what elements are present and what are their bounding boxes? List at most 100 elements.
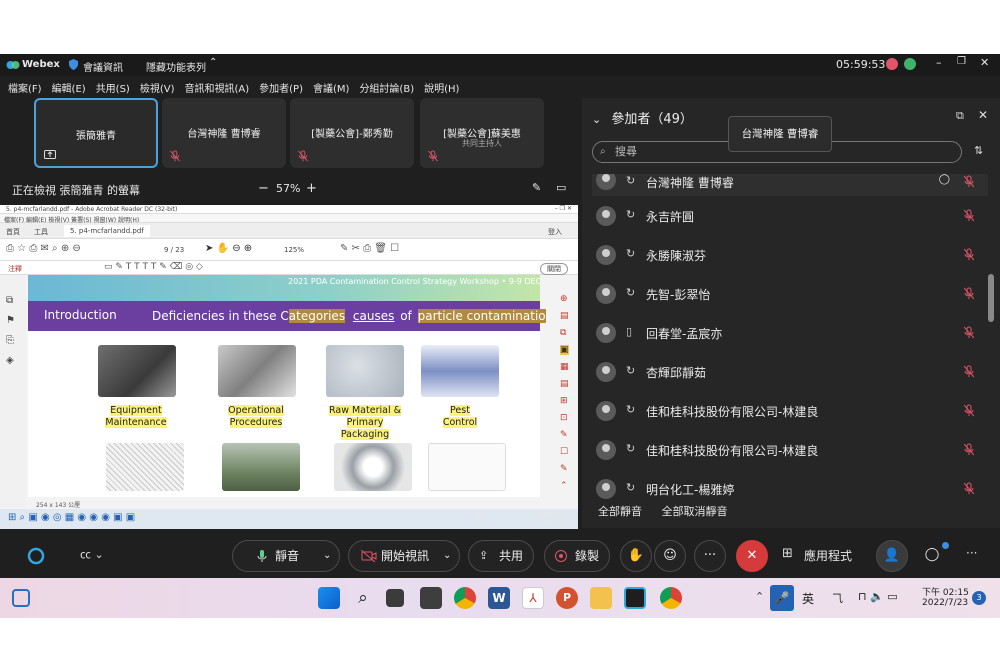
menu-view[interactable]: 檢視(V) <box>140 80 175 95</box>
video-tile-2[interactable]: 台灣神隆 曹博睿 <box>162 98 286 168</box>
raise-hand-button[interactable]: ✋ <box>620 540 652 572</box>
ime-mode-icon[interactable]: ⺄ <box>832 590 843 606</box>
mic-muted-icon[interactable] <box>964 287 974 300</box>
close-button[interactable]: ✕ <box>980 56 989 69</box>
video-tile-3[interactable]: [製藥公會]-鄭秀勤 <box>290 98 414 168</box>
tray-chevron-icon[interactable]: ⌃ <box>755 590 764 603</box>
video-tile-1[interactable]: 張簡雅青 <box>34 98 158 168</box>
mic-muted-icon[interactable] <box>964 365 974 378</box>
participant-row[interactable]: ↻ 永勝陳淑芬 <box>592 241 988 269</box>
start-icon[interactable] <box>318 587 340 609</box>
connection-icon: ↻ <box>626 174 636 187</box>
participants-toggle-button[interactable]: 👤 <box>876 540 908 572</box>
more-options-icon[interactable]: ··· <box>966 546 977 560</box>
meeting-info-button[interactable]: 會議資訊 <box>83 59 123 74</box>
captions-icon[interactable]: ㏄ ⌄ <box>80 546 104 562</box>
mic-muted-icon[interactable] <box>964 404 974 417</box>
close-panel-icon[interactable]: ✕ <box>978 108 988 122</box>
minimize-button[interactable]: – <box>936 56 942 69</box>
mic-muted-icon[interactable] <box>964 209 974 222</box>
tab-home[interactable]: 首頁 <box>6 227 20 237</box>
collapse-chevron-icon[interactable]: ⌄ <box>592 113 601 126</box>
machine-sketch <box>106 443 184 491</box>
menu-meeting[interactable]: 會議(M) <box>313 80 349 95</box>
zoom-out-button[interactable]: − <box>258 181 269 196</box>
apps-button[interactable]: 應用程式 <box>804 547 852 564</box>
share-button[interactable]: ⇪ 共用 <box>468 540 534 572</box>
participants-panel: ⌄ 參加者（49） ⧉ ✕ ⌕ 搜尋 ⇅ 台灣神隆 曹博睿 ↻ 台灣神隆 曹博睿… <box>582 98 1000 528</box>
participant-row[interactable]: ↻ 佳和桂科技股份有限公司-林建良 <box>592 436 988 464</box>
search-icon[interactable]: ⌕ <box>352 587 374 609</box>
start-video-button[interactable]: 開始視訊 ⌄ <box>348 540 460 572</box>
pdf-zoom-level[interactable]: 125% <box>284 246 304 254</box>
label-operational: Operational Procedures <box>228 405 284 428</box>
pdf-toolbar: ⎙ ☆ ⎙ ✉ ⌕ ⊕ ⊖ 9 / 23 ➤ ✋ ⊖ ⊕ 125% ✎ ✂ ⎙ … <box>0 239 578 261</box>
tray-icons[interactable]: ⊓ 🔈 ▭ <box>858 590 898 603</box>
popout-panel-icon[interactable]: ⧉ <box>956 109 964 123</box>
mic-muted-icon[interactable] <box>964 326 974 339</box>
chevron-down-icon[interactable]: ⌄ <box>443 541 451 571</box>
leave-meeting-button[interactable]: ✕ <box>736 540 768 572</box>
participant-row[interactable]: ↻ 台灣神隆 曹博睿 ◯ <box>592 174 988 196</box>
powerpoint-icon[interactable]: P <box>556 587 578 609</box>
acrobat-icon[interactable]: ⅄ <box>522 587 544 609</box>
tab-tools[interactable]: 工具 <box>34 227 48 237</box>
menu-participants[interactable]: 參加者(P) <box>259 80 303 95</box>
chevron-down-icon[interactable]: ⌄ <box>323 541 331 571</box>
mic-muted-icon[interactable] <box>964 482 974 495</box>
record-button[interactable]: 錄製 <box>544 540 610 572</box>
menu-share[interactable]: 共用(S) <box>96 80 130 95</box>
participant-row[interactable]: ▯ 回春堂-孟宸亦 <box>592 319 988 347</box>
participant-row[interactable]: ↻ 杏輝邱靜茹 <box>592 358 988 386</box>
voice-input-icon[interactable]: 🎤 <box>770 585 794 611</box>
apps-icon[interactable]: ⊞ <box>782 546 793 561</box>
zoom-in-button[interactable]: + <box>306 181 317 196</box>
menu-help[interactable]: 說明(H) <box>424 80 459 95</box>
notification-badge[interactable]: 3 <box>972 591 986 605</box>
more-button[interactable]: ··· <box>694 540 726 572</box>
signal-icon <box>904 58 916 70</box>
popout-icon[interactable]: ▭ <box>556 181 566 194</box>
chevron-up-icon[interactable]: ⌃ <box>209 57 217 68</box>
mic-muted-icon[interactable] <box>964 443 974 456</box>
login-button[interactable]: 登入 <box>548 227 562 237</box>
page-indicator[interactable]: 9 / 23 <box>164 246 184 254</box>
tray-time[interactable]: 下午 02:15 <box>922 585 969 598</box>
chrome-profile-icon[interactable] <box>660 587 682 609</box>
mute-all-button[interactable]: 全部靜音 <box>598 505 642 518</box>
unmute-all-button[interactable]: 全部取消靜音 <box>662 505 728 518</box>
video-tile-4[interactable]: [製藥公會]蘇美惠 共同主持人 <box>420 98 544 168</box>
mic-muted-icon[interactable] <box>964 248 974 261</box>
file-explorer-icon[interactable] <box>590 587 612 609</box>
participant-row[interactable]: ↻ 明台化工-楊雅婷 <box>592 475 988 503</box>
hide-menu-button[interactable]: 隱藏功能表列 <box>146 59 206 74</box>
page-size-status: 254 x 143 公厘 <box>36 502 81 509</box>
ime-lang[interactable]: 英 <box>802 590 814 607</box>
menu-file[interactable]: 檔案(F) <box>8 80 42 95</box>
reactions-button[interactable]: ☺ <box>654 540 686 572</box>
sort-icon[interactable]: ⇅ <box>974 144 983 157</box>
participant-row[interactable]: ↻ 先智-彭翠怡 <box>592 280 988 308</box>
close-comment-button[interactable]: 關閉 <box>540 263 568 275</box>
tray-date[interactable]: 2022/7/23 <box>922 598 968 608</box>
mute-button[interactable]: 靜音 ⌄ <box>232 540 340 572</box>
menu-breakout[interactable]: 分組討論(B) <box>359 80 414 95</box>
menu-audio-video[interactable]: 音訊和視訊(A) <box>185 80 250 95</box>
viewing-text: 正在檢視 張簡雅青 的螢幕 <box>12 184 140 197</box>
annotate-icon[interactable]: ✎ <box>532 181 541 194</box>
webex-taskbar-icon[interactable] <box>624 587 646 609</box>
word-icon[interactable]: W <box>488 587 510 609</box>
maximize-button[interactable]: ❐ <box>957 56 966 67</box>
task-view-icon[interactable] <box>386 589 404 607</box>
sticky-notes-icon[interactable] <box>420 587 442 609</box>
participant-row[interactable]: ↻ 永吉許圓 <box>592 202 988 230</box>
operator-photo <box>218 345 296 397</box>
webex-assistant-icon[interactable] <box>26 546 46 566</box>
menu-edit[interactable]: 編輯(E) <box>52 80 86 95</box>
widgets-icon[interactable] <box>12 589 30 607</box>
tab-document[interactable]: 5. p4-mcfarlandd.pdf <box>64 225 150 237</box>
panel-scrollbar[interactable] <box>988 274 994 322</box>
participant-row[interactable]: ↻ 佳和桂科技股份有限公司-林建良 <box>592 397 988 425</box>
mic-muted-icon[interactable] <box>964 175 974 188</box>
chrome-icon[interactable] <box>454 587 476 609</box>
